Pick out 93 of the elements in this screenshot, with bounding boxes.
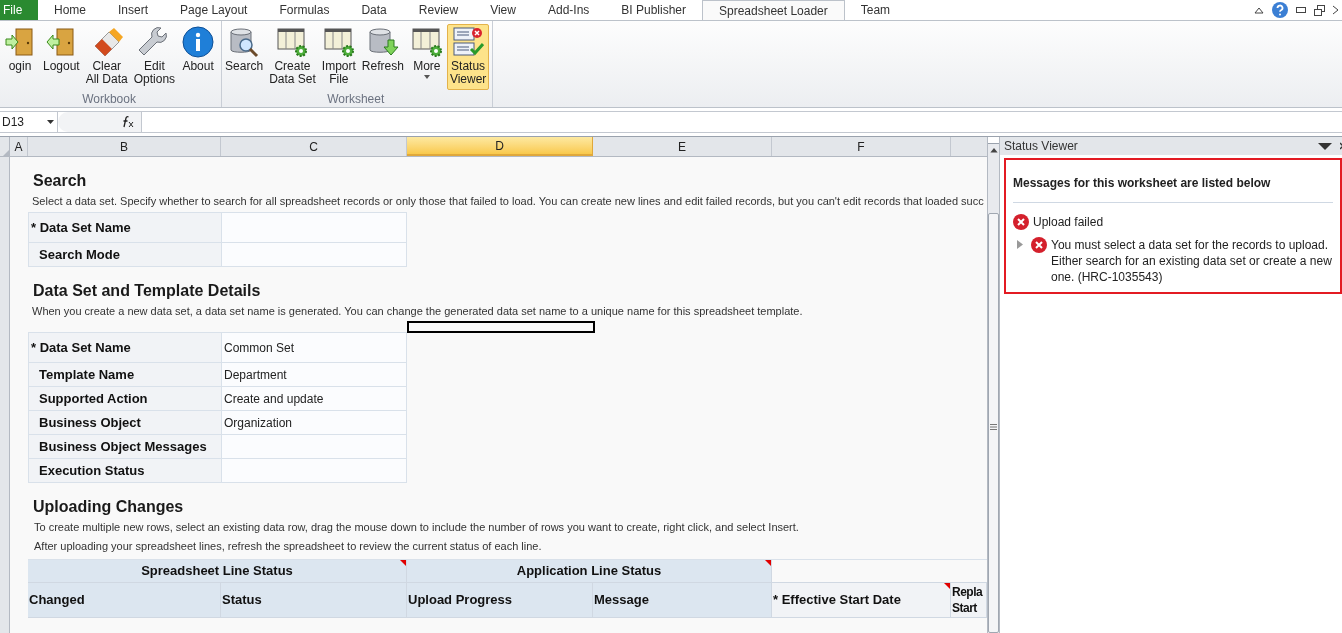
- ribbon-button[interactable]: Import File: [318, 24, 359, 90]
- message-text: Upload failed: [1033, 214, 1104, 231]
- field-label: * Data Set Name: [29, 213, 222, 242]
- function-icon[interactable]: [121, 116, 135, 128]
- messages-heading: Messages for this worksheet are listed below: [1013, 175, 1272, 192]
- table-gear-icon: [410, 26, 443, 58]
- ribbon-tab[interactable]: Insert: [102, 0, 165, 20]
- ribbon-tab[interactable]: BI Publisher: [605, 0, 702, 20]
- column-header: Status: [221, 583, 407, 617]
- field-value[interactable]: [222, 213, 406, 242]
- field-value[interactable]: Common Set: [222, 333, 406, 362]
- column-header: Upload Progress: [407, 583, 593, 617]
- minimize-icon[interactable]: [1296, 7, 1306, 13]
- column-header[interactable]: B: [28, 137, 221, 156]
- section-title: Uploading Changes: [33, 497, 185, 517]
- grip-icon: [990, 423, 997, 430]
- field-value[interactable]: Department: [222, 363, 406, 386]
- ribbon-tab[interactable]: Page Layout: [164, 0, 264, 20]
- ribbon-button[interactable]: More: [406, 24, 447, 90]
- field-label: Business Object Messages: [29, 435, 222, 458]
- field-value[interactable]: Create and update: [222, 387, 406, 410]
- field-label: Supported Action: [29, 387, 222, 410]
- ribbon-button[interactable]: About: [178, 24, 219, 90]
- column-header: Repla Start: [951, 583, 987, 617]
- ribbon-tab[interactable]: Home: [38, 0, 102, 20]
- ribbon-tab[interactable]: View: [474, 0, 532, 20]
- field-value[interactable]: [222, 435, 406, 458]
- ribbon-button[interactable]: Create Data Set: [266, 24, 319, 90]
- ribbon-tab[interactable]: Data: [345, 0, 403, 20]
- field-label: Template Name: [29, 363, 222, 386]
- column-group-header: Application Line Status: [407, 560, 772, 582]
- collapse-ribbon-icon[interactable]: [1254, 6, 1264, 14]
- ribbon-button[interactable]: Refresh: [358, 24, 407, 90]
- field-value[interactable]: [222, 459, 406, 482]
- field-label: Business Object: [29, 411, 222, 434]
- column-header: Message: [593, 583, 772, 617]
- column-header: Changed: [28, 583, 221, 617]
- column-header[interactable]: D: [407, 137, 593, 156]
- ribbon-button[interactable]: Edit Options: [130, 24, 179, 90]
- caret-icon: [47, 120, 54, 124]
- comment-indicator-icon: [765, 560, 771, 566]
- ribbon-button[interactable]: Clear All Data: [82, 24, 131, 90]
- field-label: * Data Set Name: [29, 333, 222, 362]
- caret-icon: [423, 75, 430, 79]
- door-icon: [4, 26, 36, 58]
- pane-title: Status Viewer: [1004, 138, 1079, 155]
- message-text: You must select a data set for the records to upload. Either search for an existing data set or create a new one. (HRC-1035543): [1051, 237, 1333, 285]
- section-description: Select a data set. Specify whether to search for all spreadsheet records or only those that failed to load. You can create new lines and edit failed records, but you can't edit records that loaded succ: [32, 194, 985, 209]
- help-icon[interactable]: [1272, 2, 1288, 18]
- ribbon-button[interactable]: Logout: [40, 24, 83, 90]
- collapsed-arrow-icon[interactable]: [1016, 240, 1023, 249]
- section-description: To create multiple new rows, select an existing data row, drag the mouse down to include the number of rows you want to create, right click, and select Insert.: [34, 520, 800, 535]
- database-arrow-icon: [366, 26, 399, 58]
- caret-icon[interactable]: [1318, 142, 1332, 150]
- ribbon-tab[interactable]: Spreadsheet Loader: [702, 0, 845, 20]
- ribbon-group-label: Workbook: [81, 91, 137, 108]
- column-header[interactable]: E: [593, 137, 772, 156]
- error-icon: [1013, 214, 1029, 230]
- checklist-icon: [452, 26, 485, 58]
- ribbon-tab[interactable]: Formulas: [263, 0, 346, 20]
- error-icon: [1031, 237, 1047, 253]
- field-label: Execution Status: [29, 459, 222, 482]
- column-group-header: Spreadsheet Line Status: [28, 560, 407, 582]
- name-box[interactable]: D13: [0, 112, 58, 132]
- field-label: Search Mode: [29, 243, 222, 266]
- comment-indicator-icon: [944, 583, 950, 589]
- scroll-up-icon[interactable]: [989, 148, 998, 153]
- ribbon-tab[interactable]: Add-Ins: [531, 0, 606, 20]
- section-description: After uploading your spreadsheet lines, refresh the spreadsheet to review the current status of each line.: [34, 539, 543, 554]
- section-title: Data Set and Template Details: [33, 281, 262, 301]
- info-icon: [182, 26, 215, 58]
- field-value[interactable]: Organization: [222, 411, 406, 434]
- table-gear-icon: [322, 26, 355, 58]
- restore-icon[interactable]: [1314, 4, 1325, 16]
- database-search-icon: [228, 26, 261, 58]
- ribbon-button[interactable]: Search: [222, 24, 267, 90]
- column-header: * Effective Start Date: [772, 583, 951, 617]
- column-header[interactable]: F: [772, 137, 951, 156]
- ribbon-tab[interactable]: Team: [844, 0, 907, 20]
- section-description: When you create a new data set, a data set name is generated. You can change the generated data set name to a unique name for this spreadsheet template.: [32, 304, 804, 319]
- scroll-thumb[interactable]: [988, 212, 999, 633]
- field-value[interactable]: [222, 243, 406, 266]
- ribbon-group-label: Worksheet: [326, 91, 386, 108]
- comment-indicator-icon: [400, 560, 406, 566]
- vertical-scrollbar[interactable]: [987, 137, 1000, 633]
- table-gear-icon: [276, 26, 309, 58]
- column-header[interactable]: A: [10, 137, 28, 156]
- ribbon-button[interactable]: ogin: [0, 24, 40, 90]
- section-title: Search: [33, 171, 88, 191]
- ribbon-button[interactable]: Status Viewer: [446, 24, 490, 90]
- file-tab[interactable]: File: [0, 0, 38, 20]
- ribbon-tab[interactable]: Review: [402, 0, 475, 20]
- close-icon[interactable]: [1333, 5, 1338, 15]
